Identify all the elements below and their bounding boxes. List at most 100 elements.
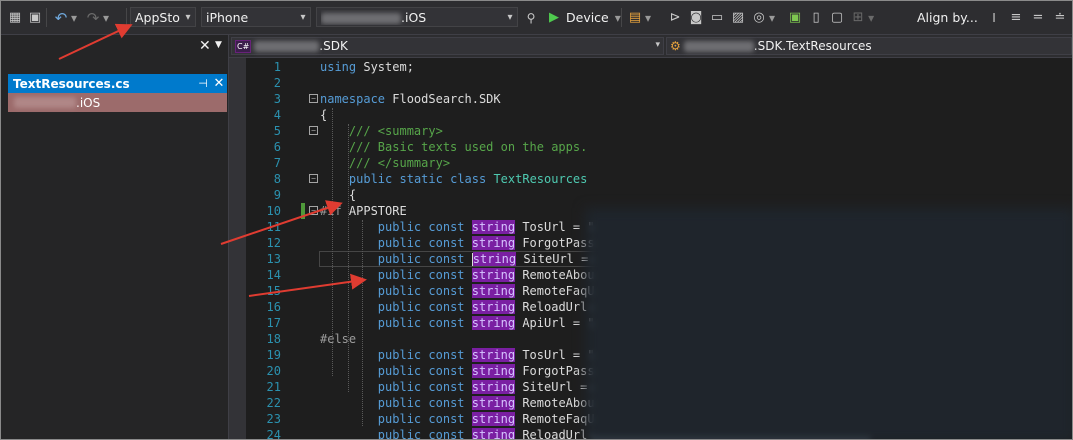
change-marker bbox=[301, 203, 305, 219]
redacted-text bbox=[254, 40, 320, 52]
code-line[interactable]: 2 bbox=[229, 75, 1072, 91]
alignment-tools-group: I ≡ = ≐ ▸ bbox=[986, 1, 1072, 34]
align-by-button[interactable]: Align by... bbox=[917, 1, 978, 34]
code-text: { bbox=[320, 108, 328, 122]
line-number: 9 bbox=[273, 188, 281, 202]
line-number: 22 bbox=[266, 396, 281, 410]
undo-group: ↶ ▾ ↷ ▾ bbox=[53, 1, 109, 34]
project-nav-suffix: .SDK bbox=[319, 39, 348, 53]
disabled-tool-icon: ⊞ bbox=[852, 10, 864, 25]
step-icon[interactable]: ⊳ bbox=[667, 10, 683, 26]
line-number: 10 bbox=[266, 204, 281, 218]
toolbar-separator bbox=[621, 8, 622, 27]
collapse-icon[interactable]: − bbox=[309, 94, 318, 103]
redacted-text bbox=[14, 97, 76, 108]
undo-dropdown-icon[interactable]: ▾ bbox=[71, 11, 77, 25]
undo-icon[interactable]: ↶ bbox=[53, 9, 69, 27]
code-line[interactable]: 6 /// Basic texts used on the apps. bbox=[229, 139, 1072, 155]
code-line[interactable]: 3 − namespace FloodSearch.SDK bbox=[229, 91, 1072, 107]
pin-icon[interactable]: ⊣ bbox=[195, 77, 211, 90]
solution-platform-combo[interactable]: iPhone ▾ bbox=[201, 7, 311, 27]
line-number: 12 bbox=[266, 236, 281, 250]
browse-dropdown-icon[interactable]: ▾ bbox=[645, 11, 651, 25]
code-text: public const string ReloadUrl bbox=[377, 300, 588, 314]
align-spacing-icon[interactable]: ≐ bbox=[1052, 10, 1068, 26]
code-line[interactable]: 7 /// </summary> bbox=[229, 155, 1072, 171]
line-number: 5 bbox=[273, 124, 281, 138]
toolbar-separator bbox=[46, 8, 47, 27]
close-icon[interactable]: ✕ bbox=[211, 76, 227, 91]
code-line[interactable]: 8 − public static class TextResources bbox=[229, 171, 1072, 187]
line-number: 16 bbox=[266, 300, 281, 314]
chevron-down-icon: ▾ bbox=[655, 40, 660, 50]
code-text: using System; bbox=[320, 60, 414, 74]
code-text: #else bbox=[320, 332, 357, 346]
browse-icon[interactable]: ▤ bbox=[627, 10, 643, 26]
code-editor[interactable]: 1 using System; 2 3− namespace FloodSearch.S… bbox=[229, 58, 1072, 440]
device-connection-icon[interactable]: ⚲ bbox=[523, 10, 539, 26]
redo-icon[interactable]: ↷ bbox=[85, 9, 101, 27]
file-item-ios[interactable]: .iOS bbox=[8, 93, 227, 112]
file-tab-textresources[interactable]: TextResources.cs ⊣ ✕ bbox=[8, 74, 227, 93]
code-text: { bbox=[320, 188, 357, 202]
indent-guide bbox=[348, 124, 349, 392]
line-number: 19 bbox=[266, 348, 281, 362]
startup-project-combo[interactable]: .iOS ▾ bbox=[316, 7, 518, 27]
line-number: 1 bbox=[273, 60, 281, 74]
camera-icon[interactable]: ◙ bbox=[688, 10, 704, 26]
platform-value: iPhone bbox=[206, 9, 249, 25]
close-icon[interactable]: ✕ bbox=[199, 38, 211, 54]
csharp-icon: C# bbox=[235, 39, 252, 53]
class-icon: ⚙ bbox=[670, 39, 681, 53]
project-navigation-combo[interactable]: C# .SDK ▾ bbox=[231, 37, 664, 55]
chevron-down-icon: ▾ bbox=[300, 11, 306, 23]
code-line[interactable]: 1 using System; bbox=[229, 59, 1072, 75]
chevron-down-icon: ▾ bbox=[507, 11, 513, 23]
indent-guide bbox=[362, 220, 363, 426]
save-all-icon[interactable]: ▦ bbox=[7, 10, 23, 26]
collapse-icon[interactable]: − bbox=[309, 174, 318, 183]
code-text: public const string SiteUrl = bbox=[377, 380, 588, 394]
redacted-text bbox=[321, 12, 401, 24]
line-number: 14 bbox=[266, 268, 281, 282]
toolbar-tools-group: ▤ ▾ ⊳ ◙ ▭ ▨ ◎ ▾ ▣ ▯ ▢ ⊞ ▾ bbox=[627, 1, 874, 34]
terminal-icon[interactable]: ▭ bbox=[709, 10, 725, 26]
file-tab-label: TextResources.cs bbox=[13, 76, 130, 91]
code-line[interactable]: 9 { bbox=[229, 187, 1072, 203]
project-suffix: .iOS bbox=[401, 9, 427, 25]
line-number: 23 bbox=[266, 412, 281, 426]
line-number: 2 bbox=[273, 76, 281, 90]
save-icon[interactable]: ▣ bbox=[27, 10, 43, 26]
inspect-icon[interactable]: ◎ bbox=[751, 10, 767, 26]
file-item-suffix: .iOS bbox=[76, 95, 101, 110]
puzzle-icon[interactable]: ▨ bbox=[730, 10, 746, 26]
code-text: public const string SiteUrl = bbox=[377, 252, 589, 266]
code-text: namespace FloodSearch.SDK bbox=[320, 92, 501, 106]
collapse-icon[interactable]: − bbox=[309, 206, 318, 215]
collapse-icon[interactable]: − bbox=[309, 126, 318, 135]
type-navigation-combo[interactable]: ⚙ .SDK.TextResources bbox=[666, 37, 1072, 55]
align-equal-icon[interactable]: ≡ bbox=[1008, 10, 1024, 26]
phone-icon[interactable]: ▯ bbox=[808, 10, 824, 26]
line-number: 17 bbox=[266, 316, 281, 330]
line-number: 18 bbox=[266, 332, 281, 346]
main-toolbar: ▦ ▣ ↶ ▾ ↷ ▾ AppStore ▾ iPhone ▾ .iOS ▾ ⚲… bbox=[1, 1, 1072, 35]
inspect-dropdown-icon[interactable]: ▾ bbox=[769, 11, 775, 25]
monitor-icon[interactable]: ▣ bbox=[787, 10, 803, 26]
redo-dropdown-icon[interactable]: ▾ bbox=[103, 11, 109, 25]
run-button[interactable]: ▶ Device ▾ bbox=[546, 1, 621, 34]
tablet-icon[interactable]: ▢ bbox=[829, 10, 845, 26]
solution-configuration-combo[interactable]: AppStore ▾ bbox=[130, 7, 196, 27]
code-line[interactable]: 5 − /// <summary> bbox=[229, 123, 1072, 139]
code-line[interactable]: 4{ bbox=[229, 107, 1072, 123]
redacted-text bbox=[683, 40, 754, 52]
chevron-down-icon[interactable]: ▼ bbox=[215, 40, 222, 50]
line-number: 24 bbox=[266, 428, 281, 440]
editor-navigation-bar: C# .SDK ▾ ⚙ .SDK.TextResources bbox=[229, 35, 1072, 58]
run-dropdown-icon[interactable]: ▾ bbox=[615, 11, 621, 25]
align-double-icon[interactable]: = bbox=[1030, 10, 1046, 26]
indent-guide bbox=[332, 108, 333, 376]
text-cursor-icon[interactable]: I bbox=[986, 10, 1002, 26]
line-number: 4 bbox=[273, 108, 281, 122]
run-label: Device bbox=[566, 10, 609, 25]
